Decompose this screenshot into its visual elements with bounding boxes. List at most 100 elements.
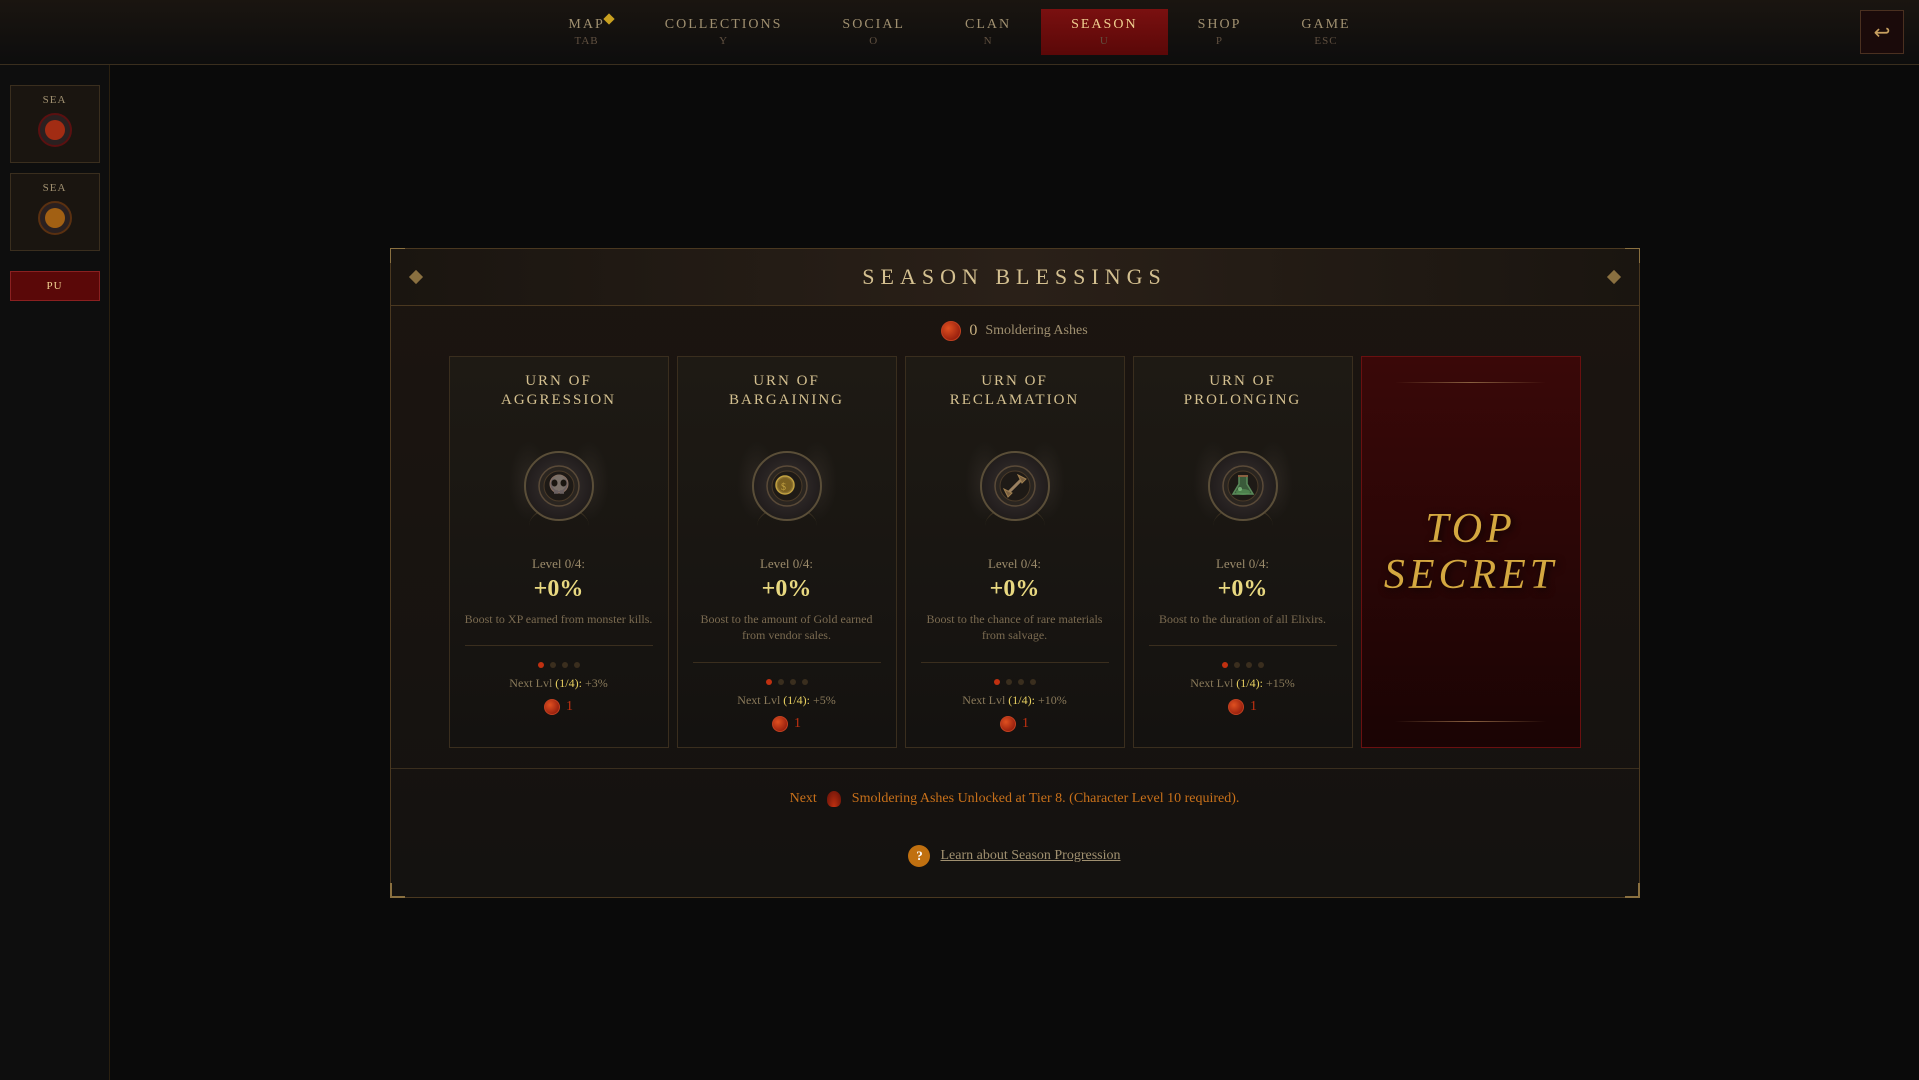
sidebar-item-1-label: SEA (19, 94, 91, 106)
dot (1030, 679, 1036, 685)
nav-key-season: U (1100, 35, 1109, 47)
main-content: SEASON BLESSINGS 0 Smoldering Ashes URN … (110, 65, 1919, 1080)
dot (766, 679, 772, 685)
card-next-lvl-reclamation: Next Lvl (1/4): +10% (962, 693, 1066, 708)
sidebar-item-2[interactable]: SEA (10, 173, 100, 251)
card-cost-reclamation: 1 (1000, 716, 1029, 732)
ashes-counter: 0 Smoldering Ashes (391, 306, 1639, 356)
secret-line-top (1395, 382, 1545, 383)
ashes-label: Smoldering Ashes (985, 323, 1087, 339)
cost-value-bargaining: 1 (794, 716, 801, 732)
svg-text:$: $ (781, 482, 786, 493)
nav-label-shop: SHOP (1198, 17, 1242, 33)
card-next-lvl-bargaining: Next Lvl (1/4): +5% (737, 693, 835, 708)
learn-link[interactable]: Learn about Season Progression (940, 848, 1120, 864)
nav-item-game[interactable]: GAME ESC (1271, 9, 1380, 55)
nav-item-map[interactable]: MAP TAB (538, 9, 634, 55)
card-divider-prolonging (1149, 645, 1337, 646)
card-icon-prolonging (1208, 451, 1278, 521)
dot (994, 679, 1000, 685)
card-level-prolonging: Level 0/4: (1216, 556, 1269, 572)
blessing-card-aggression[interactable]: URN OFAGGRESSION (449, 356, 669, 749)
dot (538, 662, 544, 668)
cost-value-prolonging: 1 (1250, 699, 1257, 715)
nav-item-clan[interactable]: CLAN N (935, 9, 1041, 55)
back-button[interactable] (1860, 10, 1904, 54)
nav-label-season: SEASON (1071, 17, 1137, 33)
dot (1246, 662, 1252, 668)
sidebar-purchase-button[interactable]: PU (10, 271, 100, 301)
dot (790, 679, 796, 685)
dot (778, 679, 784, 685)
top-nav: MAP TAB COLLECTIONS Y SOCIAL O CLAN N SE… (0, 0, 1919, 65)
progress-dots-prolonging (1222, 662, 1264, 668)
cost-flame-icon (1000, 716, 1016, 732)
sidebar-icon-1 (35, 110, 75, 150)
blessings-panel: SEASON BLESSINGS 0 Smoldering Ashes URN … (390, 248, 1640, 898)
sidebar-item-1[interactable]: SEA (10, 85, 100, 163)
card-icon-area-reclamation (965, 426, 1065, 546)
nav-key-shop: P (1216, 35, 1223, 47)
progress-dots-reclamation (994, 679, 1036, 685)
card-desc-prolonging: Boost to the duration of all Elixirs. (1159, 611, 1326, 628)
cost-value-reclamation: 1 (1022, 716, 1029, 732)
card-percent-prolonging: +0% (1218, 576, 1268, 603)
nav-key-clan: N (984, 35, 993, 47)
card-title-bargaining: URN OFBARGAINING (729, 372, 844, 411)
bottom-bar-text: Next Smoldering Ashes Unlocked at Tier 8… (790, 791, 1240, 806)
cards-container: URN OFAGGRESSION (391, 356, 1639, 769)
help-icon[interactable]: ? (908, 845, 930, 867)
nav-label-map: MAP (568, 17, 604, 33)
dot (1006, 679, 1012, 685)
ashes-count: 0 (969, 322, 977, 340)
nav-label-collections: COLLECTIONS (665, 17, 783, 33)
map-diamond (603, 13, 614, 24)
dot (550, 662, 556, 668)
card-divider-aggression (465, 645, 653, 646)
card-title-prolonging: URN OFPROLONGING (1184, 372, 1302, 411)
left-sidebar: SEA SEA PU (0, 65, 110, 1080)
card-level-aggression: Level 0/4: (532, 556, 585, 572)
dot (1234, 662, 1240, 668)
card-icon-reclamation (980, 451, 1050, 521)
corner-br (1625, 883, 1640, 898)
sidebar-icon-2 (35, 198, 75, 238)
ashes-icon (941, 321, 961, 341)
card-cost-bargaining: 1 (772, 716, 801, 732)
dot (1222, 662, 1228, 668)
card-icon-area-aggression (509, 426, 609, 546)
cost-flame-icon (772, 716, 788, 732)
nav-label-game: GAME (1301, 17, 1350, 33)
secret-line-bottom (1395, 721, 1545, 722)
progress-dots-aggression (538, 662, 580, 668)
dot (802, 679, 808, 685)
card-desc-reclamation: Boost to the chance of rare materials fr… (921, 611, 1109, 645)
nav-key-game: ESC (1314, 35, 1337, 47)
nav-key-map: TAB (575, 35, 599, 47)
corner-bl (390, 883, 405, 898)
card-title-aggression: URN OFAGGRESSION (501, 372, 616, 411)
nav-item-collections[interactable]: COLLECTIONS Y (635, 9, 813, 55)
learn-bar: ? Learn about Season Progression (391, 845, 1639, 867)
bottom-bar: Next Smoldering Ashes Unlocked at Tier 8… (391, 768, 1639, 827)
card-next-lvl-prolonging: Next Lvl (1/4): +15% (1190, 676, 1294, 691)
header-diamond-right (1606, 269, 1620, 283)
dot (1018, 679, 1024, 685)
dot (574, 662, 580, 668)
card-level-bargaining: Level 0/4: (760, 556, 813, 572)
nav-item-shop[interactable]: SHOP P (1168, 9, 1272, 55)
secret-title: TOPSECRET (1384, 506, 1557, 598)
card-title-reclamation: URN OFRECLAMATION (950, 372, 1080, 411)
header-diamond-left (408, 269, 422, 283)
nav-item-social[interactable]: SOCIAL O (812, 9, 935, 55)
progress-dots-bargaining (766, 679, 808, 685)
panel-title: SEASON BLESSINGS (862, 264, 1166, 290)
blessing-card-bargaining[interactable]: URN OFBARGAINING $ (677, 356, 897, 749)
blessing-card-prolonging[interactable]: URN OFPROLONGING (1133, 356, 1353, 749)
blessing-card-reclamation[interactable]: URN OFRECLAMATION (905, 356, 1125, 749)
panel-header: SEASON BLESSINGS (391, 249, 1639, 306)
nav-label-clan: CLAN (965, 17, 1011, 33)
card-next-lvl-aggression: Next Lvl (1/4): +3% (509, 676, 607, 691)
nav-item-season[interactable]: SEASON U (1041, 9, 1167, 55)
card-icon-bargaining: $ (752, 451, 822, 521)
